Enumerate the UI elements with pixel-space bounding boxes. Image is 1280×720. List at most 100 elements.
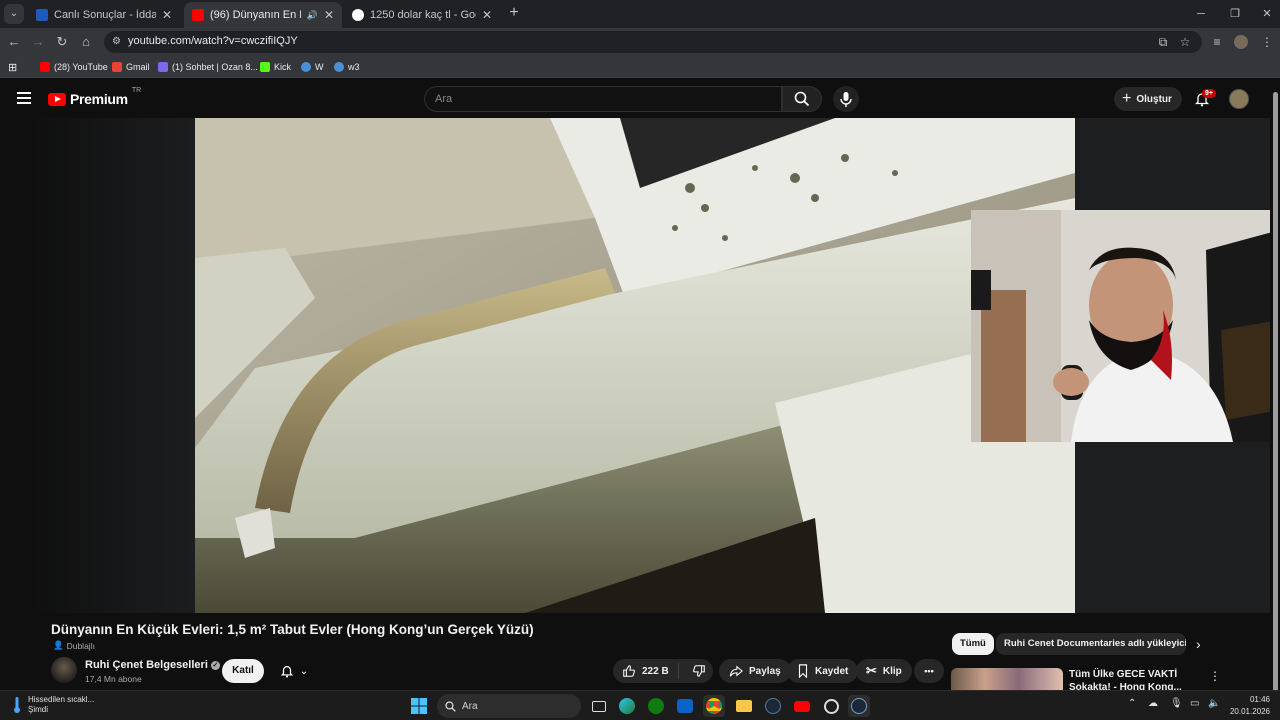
profile-avatar-icon[interactable] [1234, 35, 1248, 49]
dubbed-label: Dublajlı [66, 640, 95, 651]
bookmark-kick[interactable]: Kick [260, 59, 291, 75]
google-favicon [352, 9, 364, 21]
like-button[interactable]: 222 B [613, 663, 679, 679]
channel-avatar[interactable] [51, 657, 77, 683]
share-label: Paylaş [749, 665, 781, 677]
search-placeholder: Ara [435, 93, 453, 105]
tab-iddaa[interactable]: Canlı Sonuçlar - İddaa Sonuçları ✕ [28, 2, 180, 28]
recommended-video-thumbnail[interactable] [951, 668, 1063, 690]
tab-close-icon[interactable]: ✕ [324, 8, 334, 22]
notification-count-badge: 9+ [1202, 89, 1216, 98]
globe-icon [301, 62, 311, 72]
media-control-icon[interactable]: ≡ [1210, 35, 1224, 49]
back-icon[interactable]: ← [4, 32, 24, 52]
tab-close-icon[interactable]: ✕ [162, 8, 172, 22]
bookmark-sohbet[interactable]: (1) Sohbet | Ozan 8... [158, 59, 258, 75]
opera-gx-icon[interactable] [820, 695, 842, 717]
browser-menu-icon[interactable]: ⋮ [1260, 35, 1274, 49]
chevron-down-icon: ⌄ [299, 665, 309, 677]
video-frame[interactable] [195, 118, 1075, 613]
address-bar[interactable]: ⚙ youtube.com/watch?v=cwczifiIQJY ⧉ ☆ [104, 31, 1202, 53]
steam-icon[interactable] [762, 695, 784, 717]
bookmark-gmail[interactable]: Gmail [112, 59, 150, 75]
windows-taskbar: Hissedilen sıcakl... Şimdi Ara ⌃ ☁ 🎙 ▭ 🔈… [0, 690, 1280, 720]
tab-youtube-video[interactable]: (96) Dünyanın En Küçük Evleri 🔊 ✕ [184, 2, 342, 28]
video-still-image [195, 118, 1075, 613]
save-button[interactable]: Kaydet [787, 659, 859, 683]
windows-start-icon[interactable] [408, 695, 430, 717]
search-button[interactable] [782, 86, 822, 112]
bookmark-w3[interactable]: w3 [334, 59, 360, 75]
tab-close-icon[interactable]: ✕ [482, 8, 492, 22]
edge-icon[interactable] [616, 695, 638, 717]
thumbs-down-icon [693, 665, 705, 677]
bookmark-youtube[interactable]: (28) YouTube [40, 59, 108, 75]
restore-icon[interactable]: ❐ [1218, 0, 1252, 28]
page-scrollbar[interactable] [1270, 80, 1280, 692]
show-hidden-icons-chevron-icon[interactable]: ⌃ [1128, 698, 1136, 709]
subscription-notification-button[interactable]: ⌄ [270, 659, 318, 683]
voice-search-button[interactable] [833, 86, 859, 112]
close-window-icon[interactable]: ✕ [1250, 0, 1280, 28]
new-tab-button[interactable]: + [504, 4, 524, 24]
tab-title: (96) Dünyanın En Küçük Evleri [210, 9, 301, 21]
bookmark-label: Gmail [126, 62, 150, 72]
dubbed-person-icon: 👤 [53, 640, 64, 650]
microphone-tray-icon[interactable]: 🎙 [1170, 698, 1183, 709]
reload-icon[interactable]: ↻ [52, 32, 72, 52]
volume-icon[interactable]: 🔈 [1208, 698, 1220, 709]
outlook-icon[interactable] [674, 695, 696, 717]
search-icon [445, 700, 456, 712]
tab-google-search[interactable]: 1250 dolar kaç tl - Google'da Ara ✕ [344, 2, 500, 28]
youtube-icon [40, 62, 50, 72]
microphone-icon [840, 92, 852, 107]
logo-region: TR [131, 87, 142, 94]
bookmark-star-icon[interactable]: ☆ [1178, 35, 1192, 49]
channel-name[interactable]: Ruhi Çenet Belgeselleri ✓ [85, 659, 220, 671]
bookmark-w[interactable]: W [301, 59, 324, 75]
account-avatar[interactable] [1229, 89, 1249, 109]
file-explorer-icon[interactable] [733, 695, 755, 717]
save-label: Kaydet [815, 665, 849, 677]
tab-title: 1250 dolar kaç tl - Google'da Ara [370, 9, 476, 21]
home-icon[interactable]: ⌂ [76, 32, 96, 52]
recommended-video-title[interactable]: Tüm Ülke GECE VAKTİ Sokakta! - Hong Kong… [1069, 668, 1203, 690]
create-button[interactable]: + Oluştur [1114, 87, 1182, 111]
chrome-icon[interactable] [703, 695, 725, 717]
bell-icon [280, 666, 294, 678]
install-app-icon[interactable]: ⧉ [1156, 35, 1170, 49]
search-input[interactable]: Ara [424, 86, 782, 112]
site-info-icon[interactable]: ⚙ [112, 36, 124, 48]
taskbar-search-label: Ara [462, 700, 478, 712]
share-button[interactable]: Paylaş [719, 659, 791, 683]
network-icon[interactable]: ▭ [1190, 698, 1199, 709]
bookmark-save-icon [798, 664, 808, 678]
scrollbar-thumb[interactable] [1273, 92, 1278, 692]
forward-icon[interactable]: → [28, 32, 48, 52]
recommended-video-menu-icon[interactable]: ⋮ [1209, 669, 1221, 683]
weather-text: Hissedilen sıcakl... [28, 695, 95, 704]
youtube-premium-logo[interactable]: Premium TR [48, 87, 141, 107]
youtube-app-icon[interactable] [791, 695, 813, 717]
chip-from-uploader[interactable]: Ruhi Cenet Documentaries adlı yükleyicid… [996, 633, 1186, 655]
weather-widget[interactable]: Hissedilen sıcakl... Şimdi [12, 695, 94, 715]
chip-all[interactable]: Tümü [952, 633, 994, 655]
system-clock[interactable]: 01:46 20.01.2026 [1226, 694, 1270, 718]
clip-button[interactable]: ✂ Klip [856, 659, 912, 683]
steam-running-icon[interactable] [848, 695, 870, 717]
bookmark-label: (1) Sohbet | Ozan 8... [172, 62, 258, 72]
join-button[interactable]: Katıl [222, 659, 264, 683]
audio-playing-icon[interactable]: 🔊 [307, 10, 318, 21]
tab-search-button[interactable]: ⌄ [4, 4, 24, 24]
chevron-right-icon[interactable]: › [1196, 636, 1201, 652]
dislike-button[interactable] [685, 664, 713, 678]
more-actions-button[interactable]: ••• [914, 659, 944, 683]
taskbar-search[interactable]: Ara [437, 694, 581, 718]
onedrive-cloud-icon[interactable]: ☁ [1148, 698, 1158, 709]
task-view-icon[interactable] [588, 695, 610, 717]
guide-menu-icon[interactable] [17, 92, 31, 107]
apps-grid-icon[interactable]: ⊞ [8, 59, 17, 75]
xbox-icon[interactable] [645, 695, 667, 717]
bookmark-label: w3 [348, 62, 360, 72]
minimize-icon[interactable]: ─ [1184, 0, 1218, 28]
